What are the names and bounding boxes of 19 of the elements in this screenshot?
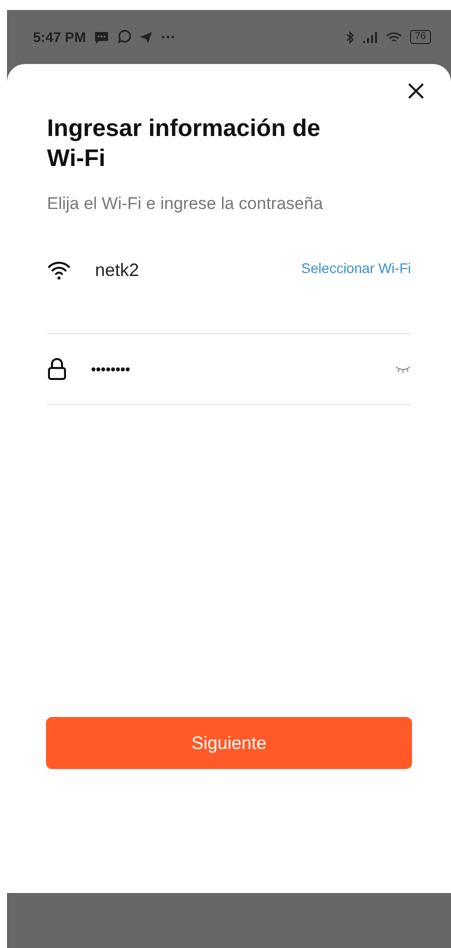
lock-icon: [47, 358, 67, 380]
wifi-icon: [386, 30, 402, 44]
sheet-subtitle: Elija el Wi-Fi e ingrese la contraseña: [47, 194, 324, 214]
signal-icon: [362, 31, 378, 43]
bluetooth-icon: [346, 30, 354, 44]
battery-indicator: 76: [410, 30, 431, 44]
wifi-name: netk2: [95, 260, 140, 281]
closed-eye-icon[interactable]: [395, 365, 411, 373]
next-button[interactable]: Siguiente: [46, 717, 412, 769]
message-icon: [94, 30, 109, 44]
sheet-title: Ingresar información de Wi-Fi: [47, 114, 322, 174]
close-icon[interactable]: [407, 82, 425, 100]
send-icon: [138, 30, 153, 44]
status-time: 5:47 PM: [33, 29, 86, 45]
wifi-icon: [47, 260, 71, 280]
select-wifi-link[interactable]: Seleccionar Wi-Fi: [301, 260, 411, 276]
more-icon: [160, 35, 175, 39]
password-field[interactable]: ••••••••: [91, 361, 130, 377]
chat-icon: [116, 30, 131, 44]
